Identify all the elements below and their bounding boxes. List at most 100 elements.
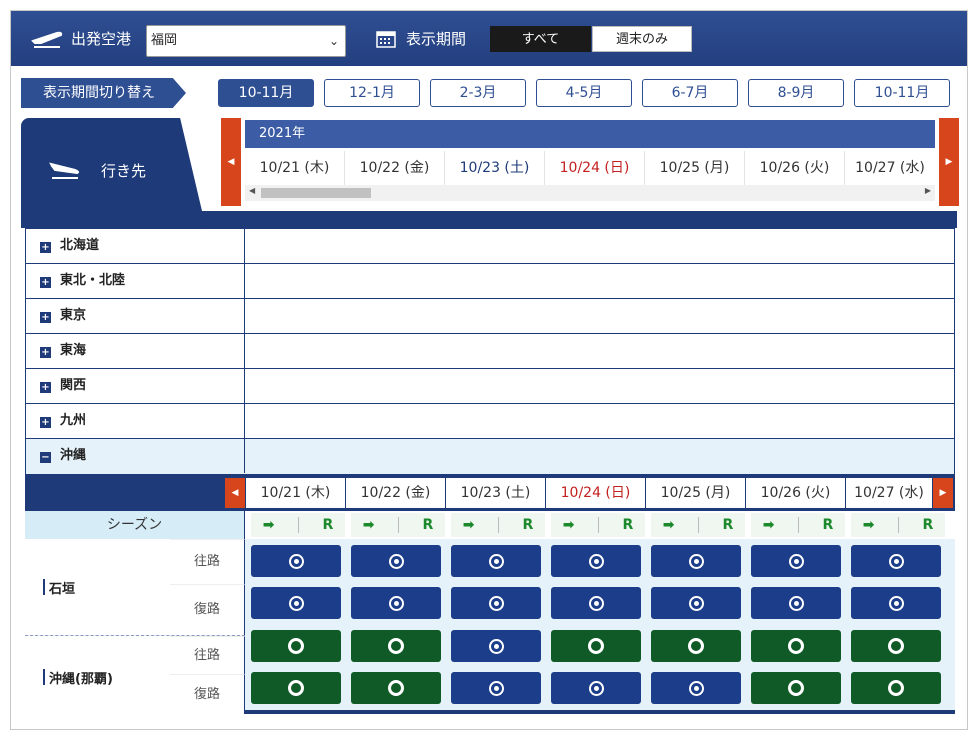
circle-dot-mark-icon [588, 680, 604, 696]
circle-dot-mark-icon [588, 553, 604, 569]
outbound-label: 往路 [170, 636, 245, 674]
region-name: 九州 [60, 413, 87, 428]
circle-mark-icon [788, 680, 804, 696]
region-row-tohoku-hokuriku[interactable]: + 東北・北陸 [26, 264, 954, 299]
top-bar: 出発空港 福岡 ⌄ 表示期間 すべて 週末のみ [11, 11, 967, 66]
availability-status-button[interactable] [851, 587, 941, 619]
scroll-right-button[interactable]: ▶ [939, 118, 959, 206]
availability-status-button[interactable] [451, 545, 541, 577]
scroll-left-button[interactable]: ◀ [221, 118, 241, 206]
okinawa-date-cell: 10/27 (水) [846, 478, 932, 508]
availability-status-button[interactable] [451, 672, 541, 704]
availability-status-button[interactable] [851, 630, 941, 662]
availability-status-button[interactable] [251, 630, 341, 662]
toggle-weekend-button[interactable]: 週末のみ [592, 26, 692, 52]
region-name: 東北・北陸 [60, 273, 126, 288]
horizontal-scrollbar[interactable]: ◀ ▶ [245, 185, 935, 201]
expand-plus-icon[interactable]: + [40, 382, 51, 393]
origin-airport-select[interactable]: 福岡 ⌄ [146, 25, 346, 57]
season-cell: ➡ R [551, 513, 645, 537]
circle-dot-mark-icon [888, 595, 904, 611]
year-label: 2021年 [245, 120, 935, 148]
availability-status-button[interactable] [651, 545, 741, 577]
availability-status-button[interactable] [351, 545, 441, 577]
okinawa-scroll-right-button[interactable]: ▶ [933, 478, 953, 508]
region-row-tokyo[interactable]: + 東京 [26, 299, 954, 334]
availability-status-button[interactable] [351, 587, 441, 619]
period-button-5[interactable]: 6-7月 [642, 79, 738, 107]
circle-dot-mark-icon [488, 595, 504, 611]
period-button-7[interactable]: 10-11月 [854, 79, 950, 107]
season-divider [297, 517, 299, 533]
availability-status-button[interactable] [351, 672, 441, 704]
availability-status-button[interactable] [251, 587, 341, 619]
scrollbar-right-arrow-icon[interactable]: ▶ [925, 186, 931, 195]
scrollbar-thumb[interactable] [261, 188, 371, 198]
season-cell: ➡ R [651, 513, 745, 537]
expand-plus-icon[interactable]: + [40, 347, 51, 358]
availability-status-button[interactable] [251, 672, 341, 704]
circle-mark-icon [688, 638, 704, 654]
region-row-kyushu[interactable]: + 九州 [26, 404, 954, 439]
region-row-okinawa[interactable]: − 沖縄 [26, 439, 954, 474]
toggle-all-button[interactable]: すべて [490, 26, 591, 52]
collapse-minus-icon[interactable]: − [40, 452, 51, 463]
okinawa-scroll-left-button[interactable]: ◀ [225, 478, 245, 508]
availability-status-button[interactable] [651, 587, 741, 619]
season-r-label: R [422, 517, 434, 533]
date-header-cell: 10/23 (土) [445, 151, 545, 185]
season-r-label: R [322, 517, 334, 533]
period-button-3[interactable]: 2-3月 [430, 79, 526, 107]
okinawa-date-cell: 10/26 (火) [746, 478, 845, 508]
region-row-kansai[interactable]: + 関西 [26, 369, 954, 404]
destination-name: 石垣 [49, 581, 76, 597]
period-button-1[interactable]: 10-11月 [218, 79, 314, 107]
availability-status-button[interactable] [551, 545, 641, 577]
season-divider [697, 517, 699, 533]
availability-status-button[interactable] [651, 630, 741, 662]
destination-header: 行き先 [21, 118, 206, 228]
availability-status-button[interactable] [751, 672, 841, 704]
right-arrow-icon: ➡ [862, 517, 875, 533]
season-divider [397, 517, 399, 533]
period-button-2[interactable]: 12-1月 [324, 79, 420, 107]
season-cell: ➡ R [751, 513, 845, 537]
circle-mark-icon [588, 638, 604, 654]
availability-status-button[interactable] [751, 630, 841, 662]
availability-status-button[interactable] [651, 672, 741, 704]
availability-status-button[interactable] [551, 672, 641, 704]
expand-plus-icon[interactable]: + [40, 277, 51, 288]
circle-mark-icon [788, 638, 804, 654]
origin-label: 出発空港 [71, 30, 132, 48]
period-button-4[interactable]: 4-5月 [536, 79, 632, 107]
availability-status-button[interactable] [851, 672, 941, 704]
availability-status-button[interactable] [851, 545, 941, 577]
scrollbar-left-arrow-icon[interactable]: ◀ [249, 186, 255, 195]
season-r-label: R [722, 517, 734, 533]
expand-plus-icon[interactable]: + [40, 242, 51, 253]
region-row-tokai[interactable]: + 東海 [26, 334, 954, 369]
availability-status-button[interactable] [751, 587, 841, 619]
right-arrow-icon: ➡ [662, 517, 675, 533]
region-name: 東海 [60, 343, 87, 358]
availability-status-button[interactable] [451, 587, 541, 619]
circle-dot-mark-icon [488, 638, 504, 654]
availability-status-button[interactable] [451, 630, 541, 662]
season-divider [797, 517, 799, 533]
expand-plus-icon[interactable]: + [40, 312, 51, 323]
availability-status-button[interactable] [551, 587, 641, 619]
date-header-cell: 10/25 (月) [645, 151, 745, 185]
date-header-cell: 10/24 (日) [545, 151, 645, 185]
availability-status-button[interactable] [251, 545, 341, 577]
okinawa-date-cell: 10/21 (木) [246, 478, 345, 508]
return-label: 復路 [170, 584, 245, 635]
circle-dot-mark-icon [788, 553, 804, 569]
region-row-hokkaido[interactable]: + 北海道 [26, 229, 954, 264]
period-button-6[interactable]: 8-9月 [748, 79, 844, 107]
circle-mark-icon [288, 638, 304, 654]
season-r-label: R [622, 517, 634, 533]
availability-status-button[interactable] [551, 630, 641, 662]
expand-plus-icon[interactable]: + [40, 417, 51, 428]
availability-status-button[interactable] [351, 630, 441, 662]
availability-status-button[interactable] [751, 545, 841, 577]
